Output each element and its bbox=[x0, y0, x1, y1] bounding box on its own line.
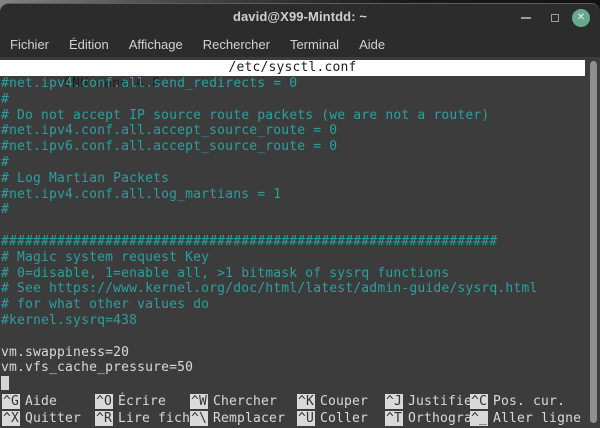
editor-line: ########################################… bbox=[1, 234, 586, 250]
shortcut-coller: ^UColler bbox=[297, 411, 385, 427]
close-button[interactable]: ✕ bbox=[570, 4, 592, 31]
nano-filename: /etc/sysctl.conf bbox=[0, 60, 585, 76]
editor-line: vm.swappiness=20 bbox=[1, 345, 586, 361]
shortcut-label: Chercher bbox=[208, 394, 277, 409]
scrollbar-thumb[interactable] bbox=[590, 61, 597, 423]
titlebar[interactable]: david@X99-Mintdd: ~ ✕ bbox=[0, 4, 600, 31]
editor-line: # bbox=[1, 202, 586, 218]
shortcut-key: ^G bbox=[2, 394, 20, 409]
menu-item-affichage[interactable]: Affichage bbox=[119, 33, 193, 56]
shortcut-label: Aide bbox=[20, 394, 57, 409]
close-icon: ✕ bbox=[572, 9, 590, 27]
shortcut-label: Justifier bbox=[403, 394, 480, 409]
shortcut-remplacer: ^\Remplacer bbox=[190, 411, 297, 427]
shortcut-label: Couper bbox=[315, 394, 368, 409]
editor-line: #net.ipv6.conf.all.accept_source_route =… bbox=[1, 139, 586, 155]
menu-item-rechercher[interactable]: Rechercher bbox=[193, 33, 280, 56]
text-cursor bbox=[1, 376, 9, 390]
shortcut-key: ^_ bbox=[470, 411, 488, 426]
shortcut-label: Quitter bbox=[20, 411, 81, 426]
nano-header: GNU nano 4.8 /etc/sysctl.conf bbox=[0, 60, 585, 76]
shortcut-key: ^X bbox=[2, 411, 20, 426]
shortcut-label: Lire fich. bbox=[113, 411, 198, 426]
shortcut-key: ^J bbox=[385, 394, 403, 409]
shortcut-label: Pos. cur. bbox=[488, 394, 565, 409]
shortcut-crire: ^OÉcrire bbox=[95, 394, 190, 410]
shortcut-label: Écrire bbox=[113, 394, 166, 409]
shortcut-bar: ^GAide^XQuitter^OÉcrire^RLire fich.^WChe… bbox=[2, 394, 600, 427]
shortcut-lirefich: ^RLire fich. bbox=[95, 411, 190, 427]
editor-line: # See https://www.kernel.org/doc/html/la… bbox=[1, 281, 586, 297]
shortcut-couper: ^KCouper bbox=[297, 394, 385, 410]
editor-line: # for what other values do bbox=[1, 297, 586, 313]
editor-line: # Log Martian Packets bbox=[1, 171, 586, 187]
menubar: FichierÉditionAffichageRechercherTermina… bbox=[0, 31, 600, 57]
editor-line: vm.vfs_cache_pressure=50 bbox=[1, 360, 586, 376]
shortcut-key: ^T bbox=[385, 411, 403, 426]
editor-line: # bbox=[1, 92, 586, 108]
menu-item-fichier[interactable]: Fichier bbox=[0, 33, 59, 56]
editor-line: #net.ipv4.conf.all.log_martians = 1 bbox=[1, 187, 586, 203]
shortcut-key: ^O bbox=[95, 394, 113, 409]
menu-item-terminal[interactable]: Terminal bbox=[280, 33, 349, 56]
editor-line: # bbox=[1, 155, 586, 171]
maximize-icon bbox=[551, 14, 559, 22]
minimize-icon bbox=[521, 17, 531, 19]
shortcut-aide: ^GAide bbox=[2, 394, 95, 410]
editor-line: # Do not accept IP source route packets … bbox=[1, 108, 586, 124]
shortcut-key: ^U bbox=[297, 411, 315, 426]
menu-item-dition[interactable]: Édition bbox=[59, 33, 119, 56]
shortcut-allerligne: ^_Aller ligne bbox=[470, 411, 600, 427]
shortcut-key: ^C bbox=[470, 394, 488, 409]
editor-line bbox=[1, 329, 586, 345]
shortcut-key: ^R bbox=[95, 411, 113, 426]
editor-line bbox=[1, 376, 586, 392]
maximize-button[interactable] bbox=[547, 4, 563, 31]
shortcut-key: ^W bbox=[190, 394, 208, 409]
shortcut-key: ^K bbox=[297, 394, 315, 409]
editor-content[interactable]: #net.ipv4.conf.all.send_redirects = 0## … bbox=[1, 76, 586, 392]
minimize-button[interactable] bbox=[518, 4, 534, 31]
shortcut-quitter: ^XQuitter bbox=[2, 411, 95, 427]
terminal-screen[interactable]: GNU nano 4.8 /etc/sysctl.conf #net.ipv4.… bbox=[0, 57, 600, 428]
shortcut-justifier: ^JJustifier bbox=[385, 394, 470, 410]
window-title: david@X99-Mintdd: ~ bbox=[0, 9, 600, 24]
shortcut-chercher: ^WChercher bbox=[190, 394, 297, 410]
shortcut-label: Aller ligne bbox=[488, 411, 581, 426]
editor-line: #kernel.sysrq=438 bbox=[1, 313, 586, 329]
editor-line: # 0=disable, 1=enable all, >1 bitmask of… bbox=[1, 266, 586, 282]
shortcut-label: Coller bbox=[315, 411, 368, 426]
shortcut-key: ^\ bbox=[190, 411, 208, 426]
menu-item-aide[interactable]: Aide bbox=[349, 33, 395, 56]
editor-line bbox=[1, 218, 586, 234]
editor-line: #net.ipv4.conf.all.send_redirects = 0 bbox=[1, 76, 586, 92]
editor-line: #net.ipv4.conf.all.accept_source_route =… bbox=[1, 123, 586, 139]
terminal-window: david@X99-Mintdd: ~ ✕ FichierÉditionAffi… bbox=[0, 3, 600, 428]
shortcut-orthograp: ^TOrthograp. bbox=[385, 411, 470, 427]
shortcut-poscur: ^CPos. cur. bbox=[470, 394, 600, 410]
shortcut-label: Remplacer bbox=[208, 411, 285, 426]
editor-line: # Magic system request Key bbox=[1, 250, 586, 266]
